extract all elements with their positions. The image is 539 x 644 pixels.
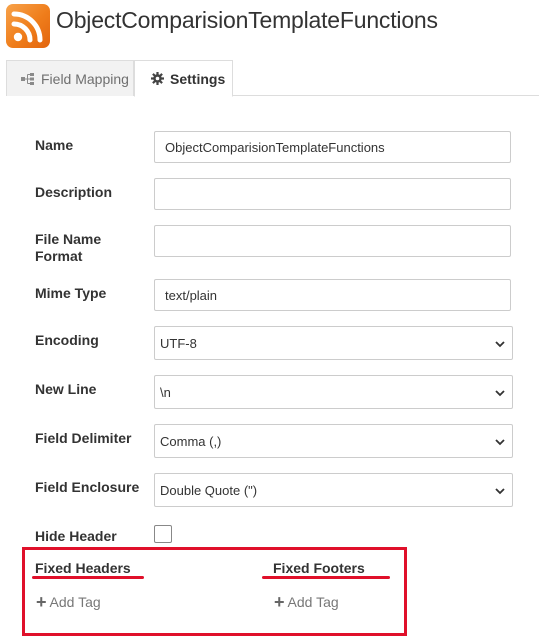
page-title: ObjectComparisionTemplateFunctions [56, 7, 438, 33]
name-input[interactable]: ObjectComparisionTemplateFunctions [154, 131, 511, 163]
encoding-select[interactable]: UTF-8 [154, 326, 513, 360]
field-enclosure-label: Field Enclosure [35, 479, 140, 495]
description-input[interactable] [154, 178, 511, 210]
hide-header-checkbox[interactable] [154, 525, 172, 543]
file-name-format-input[interactable] [154, 225, 511, 257]
fixed-footers-add-tag-button[interactable]: + Add Tag [274, 592, 339, 612]
name-label: Name [35, 137, 74, 153]
chevron-down-icon [494, 436, 506, 448]
fixed-footers-title: Fixed Footers [273, 560, 365, 576]
gear-icon [151, 72, 164, 85]
fixed-footers-underline [262, 576, 390, 579]
field-enclosure-value: Double Quote (") [160, 482, 258, 498]
sitemap-icon [21, 72, 35, 85]
hide-header-label: Hide Header [35, 528, 117, 544]
fixed-headers-underline [32, 576, 144, 579]
fixed-headers-title: Fixed Headers [35, 560, 131, 576]
tab-settings[interactable]: Settings [134, 60, 233, 97]
mime-type-label: Mime Type [35, 285, 107, 301]
new-line-label: New Line [35, 381, 97, 397]
tab-bar: Field Mapping Settings [6, 60, 539, 97]
file-name-format-label-line1: File Name [35, 231, 102, 247]
chevron-down-icon [494, 387, 506, 399]
file-name-format-label: File Name Format [35, 231, 101, 265]
app-header: ObjectComparisionTemplateFunctions [0, 0, 539, 60]
field-delimiter-select[interactable]: Comma (,) [154, 424, 513, 458]
file-name-format-label-line2: Format [35, 248, 83, 264]
fixed-headers-add-tag-label: Add Tag [49, 594, 101, 610]
tab-field-mapping[interactable]: Field Mapping [6, 60, 134, 96]
plus-icon: + [274, 592, 285, 612]
new-line-value: \n [160, 384, 171, 400]
encoding-value: UTF-8 [160, 335, 197, 351]
new-line-select[interactable]: \n [154, 375, 513, 409]
description-label: Description [35, 184, 113, 200]
encoding-label: Encoding [35, 332, 99, 348]
fixed-headers-add-tag-button[interactable]: + Add Tag [36, 592, 101, 612]
field-enclosure-select[interactable]: Double Quote (") [154, 473, 513, 507]
plus-icon: + [36, 592, 47, 612]
tab-field-mapping-label: Field Mapping [41, 70, 129, 87]
field-delimiter-label: Field Delimiter [35, 430, 132, 446]
fixed-footers-add-tag-label: Add Tag [287, 594, 339, 610]
chevron-down-icon [494, 485, 506, 497]
rss-feed-icon [6, 4, 50, 48]
mime-type-input[interactable]: text/plain [154, 279, 511, 311]
field-delimiter-value: Comma (,) [160, 433, 222, 449]
tab-settings-label: Settings [170, 70, 226, 87]
chevron-down-icon [494, 338, 506, 350]
